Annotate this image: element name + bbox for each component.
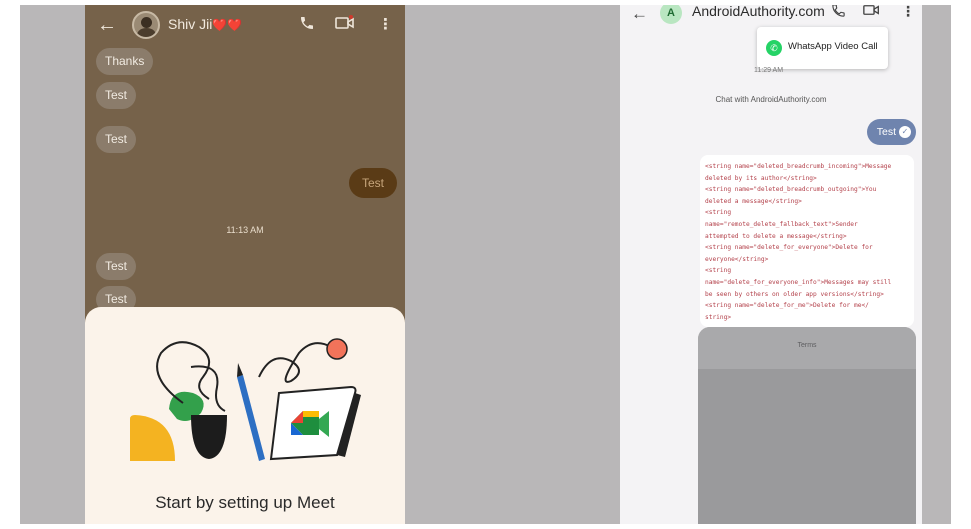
avatar[interactable] <box>132 11 160 39</box>
code-line: attempted to delete a message</string> <box>705 232 847 240</box>
code-line: be seen by others on older app versions<… <box>705 290 884 298</box>
contact-name[interactable]: Shiv Jii❤️❤️ <box>168 16 242 32</box>
more-menu-icon[interactable]: ⋮ <box>901 5 915 20</box>
popup-label: WhatsApp Video Call <box>788 41 878 52</box>
back-arrow-icon[interactable]: ← <box>97 14 117 37</box>
code-line: <string name="delete_for_me">Delete for … <box>705 302 869 310</box>
time-divider: 11:13 AM <box>226 225 264 235</box>
chat-header: ← Shiv Jii❤️❤️ ⋮ <box>85 5 405 45</box>
message-incoming[interactable]: Test <box>96 253 137 280</box>
code-line: <string name="deleted_breadcrumb_incomin… <box>705 163 892 170</box>
check-icon: ✓ <box>899 126 911 138</box>
message-outgoing[interactable]: Test ✓ <box>866 119 916 145</box>
code-line: <string <box>705 267 732 275</box>
video-call-icon[interactable] <box>335 15 355 35</box>
message-outgoing[interactable]: Test <box>348 168 397 198</box>
code-message[interactable]: <string name="deleted_breadcrumb_incomin… <box>700 155 914 327</box>
bottom-sheet-label: Terms <box>797 342 817 349</box>
video-call-icon[interactable] <box>863 5 880 20</box>
contact-name-text: Shiv Jii <box>168 16 213 32</box>
right-phone-screen: ← A AndroidAuthority.com ⋮ ✆ WhatsApp Vi… <box>620 5 922 524</box>
message-text: Test <box>876 126 896 138</box>
phone-icon[interactable] <box>831 5 846 21</box>
code-line: <string <box>705 209 732 217</box>
contact-emoji: ❤️❤️ <box>212 18 243 32</box>
code-line: everyone</string> <box>705 255 769 263</box>
phone-icon[interactable] <box>299 15 315 35</box>
back-arrow-icon[interactable]: ← <box>631 5 648 24</box>
meet-setup-sheet: Start by setting up Meet <box>85 307 405 524</box>
message-timestamp: 11:29 AM <box>754 67 784 74</box>
screenshot-stage: ← Shiv Jii❤️❤️ ⋮ Thanks Test Test Test 1… <box>20 5 951 524</box>
code-line: <string name="delete_for_everyone">Delet… <box>705 244 873 252</box>
code-line: name="remote_delete_fallback_text">Sende… <box>705 220 858 228</box>
code-line: string> <box>705 313 732 321</box>
code-line: <string name="deleted_breadcrumb_outgoin… <box>705 186 877 194</box>
chat-info-label: Chat with AndroidAuthority.com <box>715 95 827 104</box>
bottom-sheet-overlay[interactable]: Terms <box>698 327 916 524</box>
bottom-sheet-header: Terms <box>698 327 916 369</box>
whatsapp-icon: ✆ <box>766 40 782 56</box>
message-incoming[interactable]: Thanks <box>96 48 154 75</box>
code-line: deleted a message</string> <box>705 197 802 205</box>
code-line: deleted by its author</string> <box>705 174 817 182</box>
contact-name[interactable]: AndroidAuthority.com <box>692 5 825 19</box>
meet-illustration <box>130 338 361 461</box>
whatsapp-video-call-popup[interactable]: ✆ WhatsApp Video Call <box>757 27 888 69</box>
code-line: name="delete_for_everyone_info">Messages… <box>705 278 892 286</box>
message-incoming[interactable]: Test <box>96 82 137 109</box>
avatar[interactable]: A <box>660 5 682 24</box>
meet-sheet-title: Start by setting up Meet <box>155 493 335 512</box>
message-incoming[interactable]: Test <box>96 126 137 153</box>
left-phone-screen: ← Shiv Jii❤️❤️ ⋮ Thanks Test Test Test 1… <box>85 5 405 524</box>
more-menu-icon[interactable]: ⋮ <box>378 15 393 33</box>
